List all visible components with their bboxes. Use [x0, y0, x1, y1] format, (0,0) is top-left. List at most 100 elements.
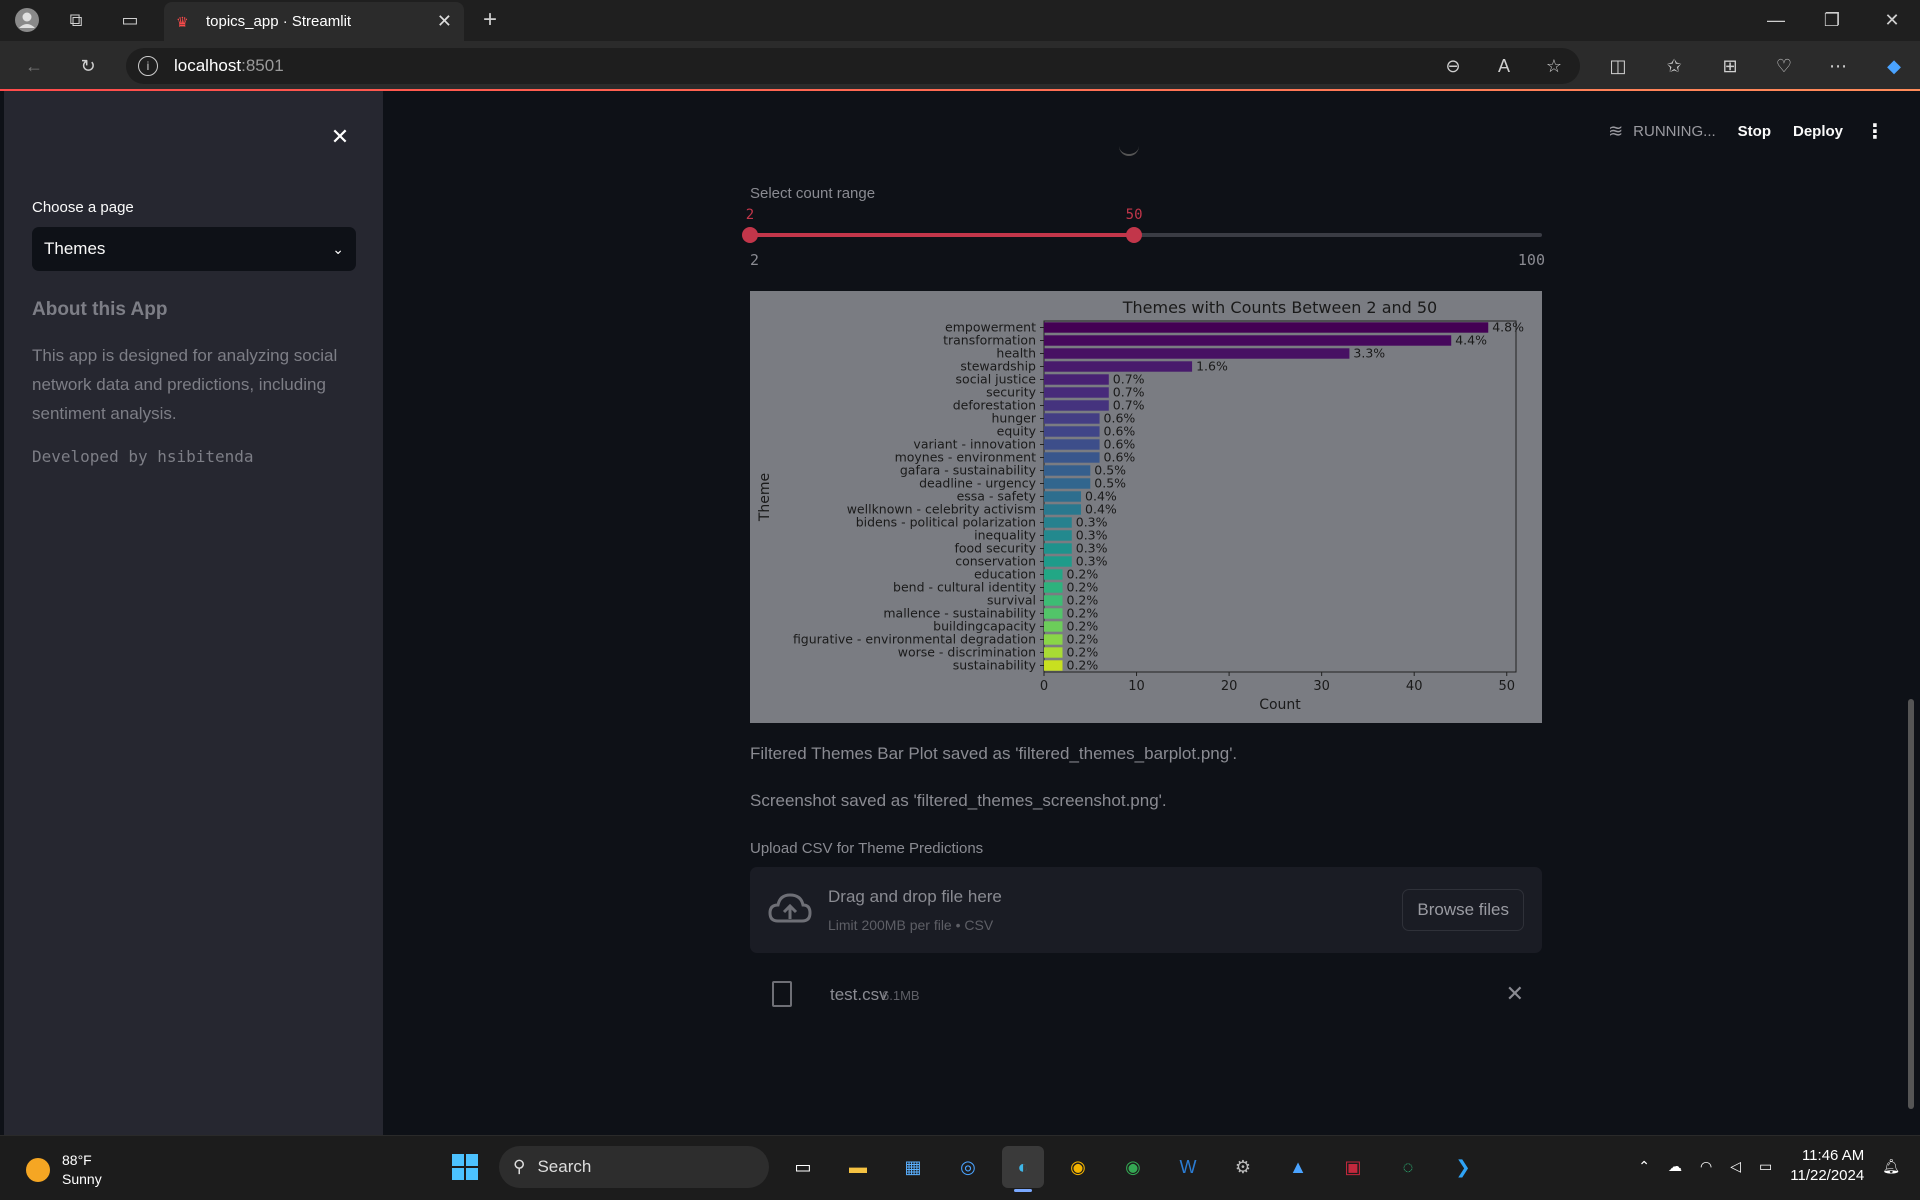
onedrive-icon[interactable]: ☁ [1668, 1158, 1682, 1175]
slider-min: 2 [750, 251, 760, 269]
bar [1044, 621, 1063, 632]
back-icon[interactable]: ← [18, 50, 50, 82]
restore-icon[interactable]: ❐ [1816, 4, 1848, 36]
settings-icon[interactable]: ⚙ [1222, 1146, 1264, 1188]
collections-icon[interactable]: ⊞ [1714, 50, 1746, 82]
browse-files-button[interactable]: Browse files [1402, 889, 1524, 931]
count-range-slider[interactable]: 2 50 [742, 207, 1542, 243]
zoom-icon[interactable]: ⊖ [1437, 50, 1469, 82]
window-close-icon[interactable]: ✕ [1876, 4, 1908, 36]
site-info-icon[interactable]: i [138, 56, 158, 76]
read-aloud-icon[interactable]: A [1488, 50, 1520, 82]
new-tab-icon[interactable]: + [474, 4, 506, 36]
profile-icon[interactable] [11, 4, 43, 36]
slider-thumb-high[interactable] [1126, 227, 1143, 243]
battery-icon[interactable]: ▭ [1759, 1158, 1772, 1175]
taskbar: 88°F Sunny ⚲ Search ▭ ▬ ▦ ◎ ◐ ◉ ◉ W ⚙ ▲ … [0, 1135, 1920, 1200]
tray-chevron-up-icon[interactable]: ⌃ [1638, 1158, 1650, 1175]
bar [1044, 634, 1063, 645]
mendeley-icon[interactable]: ▣ [1332, 1146, 1374, 1188]
running-status: ≋ RUNNING... [1608, 121, 1716, 142]
clock[interactable]: 11:46 AM 11/22/2024 [1790, 1146, 1864, 1186]
tab-actions-icon[interactable]: ▭ [114, 4, 146, 36]
reload-icon[interactable]: ↻ [72, 50, 104, 82]
main-menu-icon[interactable]: ⋮ [1865, 119, 1885, 144]
x-tick-label: 30 [1313, 679, 1330, 694]
y-axis-label: Theme [757, 473, 773, 522]
task-view-icon[interactable]: ▭ [782, 1146, 824, 1188]
more-icon[interactable]: ⋯ [1822, 50, 1854, 82]
main-scrollbar[interactable] [1908, 699, 1914, 1109]
stop-button[interactable]: Stop [1738, 123, 1771, 140]
photos-icon[interactable]: ▲ [1277, 1146, 1319, 1188]
chrome-icon[interactable]: ◉ [1057, 1146, 1099, 1188]
file-name: test.csv [830, 985, 888, 1004]
clock-date: 11/22/2024 [1790, 1167, 1865, 1184]
store-icon[interactable]: ▦ [892, 1146, 934, 1188]
loader-app-icon[interactable]: ◌ [1387, 1146, 1429, 1188]
bar [1044, 504, 1082, 515]
browser-tabbar: ⧉ ▭ ♛ topics_app · Streamlit ✕ + — ❐ ✕ [0, 0, 1920, 41]
file-explorer-icon[interactable]: ▬ [837, 1146, 879, 1188]
weather-condition: Sunny [62, 1171, 102, 1187]
page-select[interactable]: Themes ⌄ [32, 227, 356, 271]
start-icon[interactable] [444, 1146, 486, 1188]
slider-label: Select count range [750, 185, 876, 202]
data-label: 1.6% [1196, 359, 1228, 374]
favorite-star-icon[interactable]: ☆ [1538, 50, 1570, 82]
remove-file-icon[interactable]: ✕ [1506, 981, 1524, 1007]
dell-icon[interactable]: ◎ [947, 1146, 989, 1188]
volume-icon[interactable]: ◁ [1730, 1158, 1741, 1175]
bar [1044, 543, 1072, 554]
notifications-bell-icon[interactable]: 🔔︎ [1882, 1158, 1900, 1175]
slider-max: 100 [1517, 251, 1545, 269]
bar [1044, 439, 1100, 450]
y-tick-label: sustainability [953, 658, 1037, 673]
running-swimmer-icon: ≋ [1608, 121, 1624, 141]
about-title: About this App [32, 299, 168, 320]
slider-thumb-low[interactable] [742, 227, 758, 243]
bar [1044, 426, 1100, 437]
minimize-icon[interactable]: — [1760, 4, 1792, 36]
slider-low-value: 2 [745, 207, 755, 223]
data-label: 3.3% [1353, 346, 1385, 361]
url-port: :8501 [241, 56, 284, 75]
themes-bar-chart: Themes with Counts Between 2 and 50 empow… [750, 291, 1542, 723]
file-dropzone[interactable]: Drag and drop file here Limit 200MB per … [750, 867, 1542, 953]
x-tick-label: 0 [1040, 679, 1048, 694]
favorites-icon[interactable]: ✩ [1658, 50, 1690, 82]
chrome-profile-icon[interactable]: ◉ [1112, 1146, 1154, 1188]
file-size: 6.1MB [882, 988, 920, 1003]
x-tick-label: 50 [1498, 679, 1515, 694]
saved-plot-message: Filtered Themes Bar Plot saved as 'filte… [750, 744, 1238, 763]
taskbar-search[interactable]: ⚲ Search [499, 1146, 769, 1188]
tab-streamlit[interactable]: ♛ topics_app · Streamlit ✕ [164, 2, 464, 41]
wifi-icon[interactable]: ◠ [1700, 1158, 1712, 1175]
bar [1044, 556, 1072, 567]
sidebar: ✕ Choose a page Themes ⌄ About this App … [4, 91, 383, 1135]
search-label: Search [537, 1157, 592, 1176]
tab-title: topics_app · Streamlit [206, 13, 352, 30]
clock-time: 11:46 AM [1801, 1147, 1865, 1164]
edge-icon[interactable]: ◐ [1002, 1146, 1044, 1192]
streamlit-icon: ♛ [176, 13, 189, 30]
uploaded-file: test.csv 6.1MB ✕ [750, 971, 1542, 1015]
browser-essentials-icon[interactable]: ♡ [1768, 50, 1800, 82]
address-bar[interactable]: i localhost:8501 [126, 48, 1580, 84]
saved-screenshot-message: Screenshot saved as 'filtered_themes_scr… [750, 791, 1167, 810]
dropzone-limit: Limit 200MB per file • CSV [828, 917, 994, 933]
search-icon: ⚲ [513, 1157, 526, 1176]
data-label: 4.8% [1492, 320, 1524, 335]
word-icon[interactable]: W [1167, 1146, 1209, 1188]
deploy-button[interactable]: Deploy [1793, 123, 1843, 140]
split-screen-icon[interactable]: ◫ [1602, 50, 1634, 82]
bar [1044, 569, 1063, 580]
tab-close-icon[interactable]: ✕ [437, 11, 452, 32]
weather-widget[interactable]: 88°F Sunny [26, 1151, 102, 1189]
main-content: ≋ RUNNING... Stop Deploy ⋮ Select count … [383, 91, 1920, 1135]
copilot-icon[interactable]: ◆ [1878, 50, 1910, 82]
vscode-icon[interactable]: ❯ [1442, 1146, 1484, 1188]
workspaces-icon[interactable]: ⧉ [60, 4, 92, 36]
sidebar-close-icon[interactable]: ✕ [324, 121, 356, 153]
x-tick-label: 20 [1221, 679, 1238, 694]
